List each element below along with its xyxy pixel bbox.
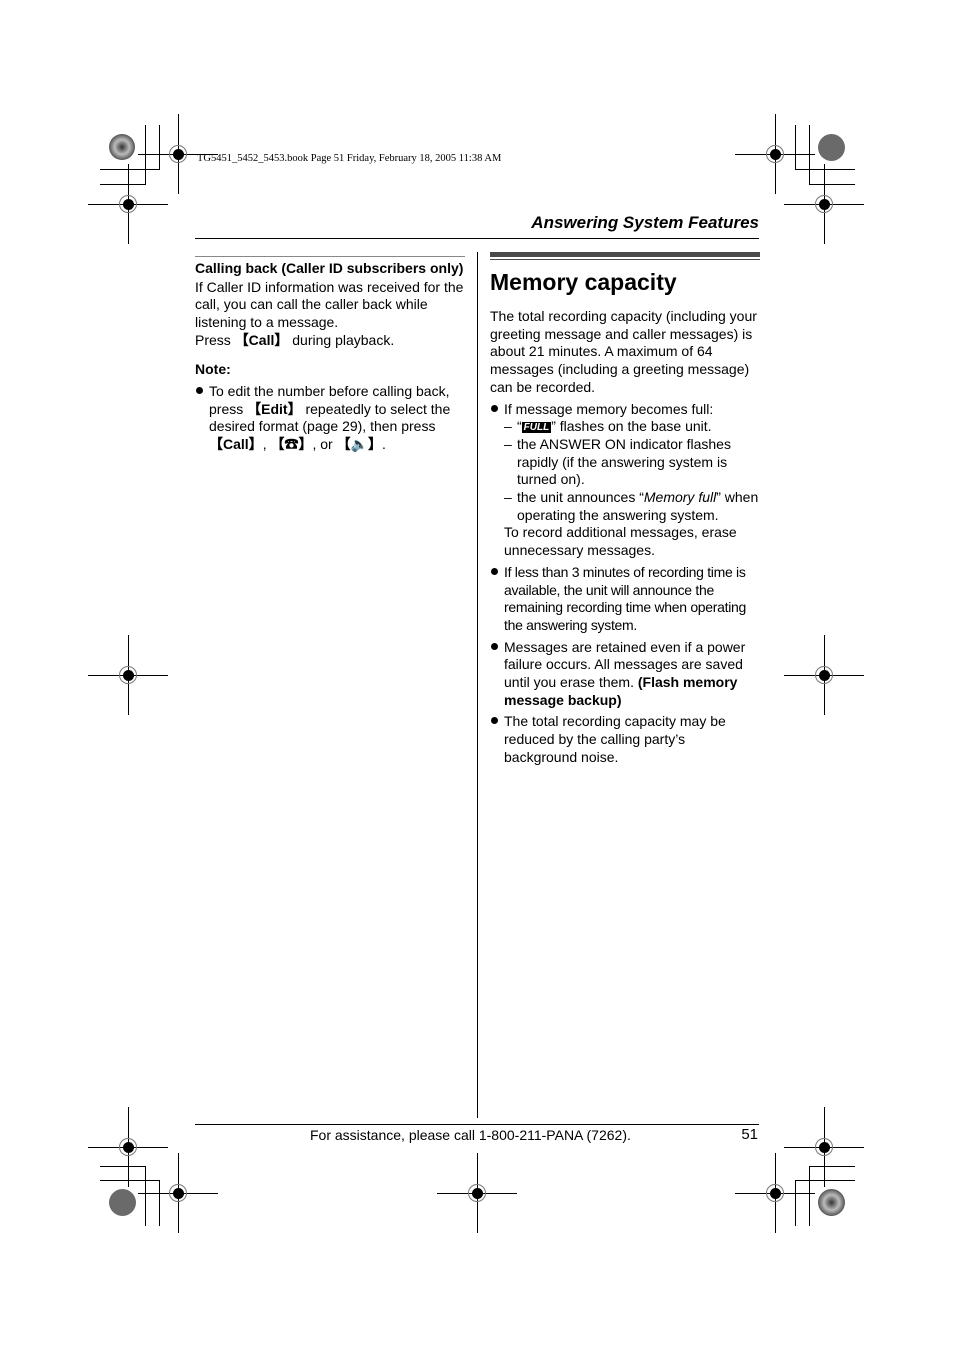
full-display-icon: FULL: [521, 422, 552, 434]
dash-icon: –: [504, 435, 512, 452]
crop-line: [159, 125, 160, 170]
registration-dot-icon: [173, 1188, 184, 1199]
subheading-calling-back: Calling back (Caller ID subscribers only…: [195, 260, 464, 276]
page-number: 51: [741, 1126, 758, 1143]
crop-line: [809, 184, 855, 185]
crop-line: [100, 184, 146, 185]
registration-dot-icon: [770, 1188, 781, 1199]
registration-dot-icon: [472, 1188, 483, 1199]
crop-line: [795, 169, 855, 170]
bullet-icon: [491, 567, 498, 575]
crop-line: [795, 1180, 796, 1226]
registration-dot-icon: [819, 1142, 830, 1153]
crop-line: [795, 125, 796, 170]
registration-dot-icon: [819, 670, 830, 681]
gray-target-icon: [109, 1189, 136, 1216]
bullet-icon: [196, 387, 203, 395]
subsection-rule: [195, 256, 465, 257]
note-bullet: To edit the number before calling back, …: [195, 383, 465, 454]
speaker-key-icon: 【🔈】: [336, 436, 383, 453]
crop-line: [809, 125, 810, 185]
dash-item-answer-on: – the ANSWER ON indicator flashes rapidl…: [490, 436, 760, 489]
call-key: 【Call】: [234, 331, 289, 348]
slug-line: TG5451_5452_5453.book Page 51 Friday, Fe…: [197, 153, 502, 164]
column-divider: [477, 252, 478, 1118]
left-column: Calling back (Caller ID subscribers only…: [195, 256, 465, 454]
crop-line: [145, 125, 146, 185]
bullet-less-than-3-minutes: If less than 3 minutes of recording time…: [490, 564, 760, 635]
dash-item-announces: – the unit announces “Memory full” when …: [490, 489, 760, 524]
registration-dot-icon: [819, 199, 830, 210]
bullet-memory-full: If message memory becomes full:: [490, 401, 760, 419]
talk-key-phone-icon: 【☎】: [270, 436, 313, 453]
bullet-icon: [491, 642, 498, 650]
section-title: Answering System Features: [531, 213, 759, 232]
press-suffix: during playback.: [288, 331, 395, 348]
note-text: .: [382, 436, 386, 453]
edit-key: 【Edit】: [247, 400, 302, 417]
page-title: Memory capacity: [490, 269, 677, 295]
dash-icon: –: [504, 489, 512, 506]
title-bar: [490, 252, 760, 257]
bullet-retained: Messages are retained even if a power fa…: [490, 639, 760, 710]
registration-dot-icon: [123, 670, 134, 681]
crop-line: [100, 1166, 146, 1167]
dash-text: the unit announces “: [517, 489, 644, 506]
title-bar-thin: [490, 259, 760, 260]
erase-followup: To record additional messages, erase unn…: [504, 524, 737, 559]
note-label: Note:: [195, 361, 231, 378]
bullet-background-noise: The total recording capacity may be redu…: [490, 713, 760, 766]
dash-icon: –: [504, 418, 512, 435]
bullet-icon: [491, 717, 498, 725]
gray-target-icon: [818, 134, 845, 161]
bullet-icon: [491, 404, 498, 412]
bullet-lead: If message memory becomes full:: [504, 400, 714, 417]
crop-line: [809, 1166, 810, 1226]
press-prefix: Press: [195, 331, 235, 348]
crop-line: [145, 1166, 146, 1226]
bullet-text: If less than 3 minutes of recording time…: [504, 563, 746, 633]
bullet-text: The total recording capacity may be redu…: [504, 713, 726, 765]
note-text: , or: [312, 436, 337, 453]
dash-text: the ANSWER ON indicator flashes rapidly …: [517, 435, 731, 488]
registration-dot-icon: [123, 199, 134, 210]
footer-rule: [195, 1124, 759, 1125]
color-target-icon: [109, 134, 135, 160]
crop-line: [809, 1166, 855, 1167]
crop-line: [100, 169, 160, 170]
crop-line: [795, 1180, 855, 1181]
intro-paragraph: The total recording capacity (including …: [490, 308, 757, 395]
dash-text: ” flashes on the base unit.: [551, 418, 712, 435]
header-rule: [195, 238, 759, 239]
registration-dot-icon: [123, 1142, 134, 1153]
dash-item-full-flashes: – “FULL” flashes on the base unit.: [490, 418, 760, 436]
calling-back-paragraph: If Caller ID information was received fo…: [195, 278, 464, 330]
press-call-instruction: Press 【Call】 during playback.: [195, 332, 465, 350]
right-column: Memory capacity The total recording capa…: [490, 252, 760, 767]
crop-line: [100, 1180, 160, 1181]
memory-full-italic: Memory full: [643, 489, 717, 506]
registration-dot-icon: [770, 149, 781, 160]
crop-line: [159, 1180, 160, 1226]
call-key: 【Call】: [209, 436, 263, 453]
assistance-text: For assistance, please call 1-800-211-PA…: [310, 1127, 631, 1143]
registration-dot-icon: [173, 149, 184, 160]
color-target-icon: [818, 1189, 845, 1216]
